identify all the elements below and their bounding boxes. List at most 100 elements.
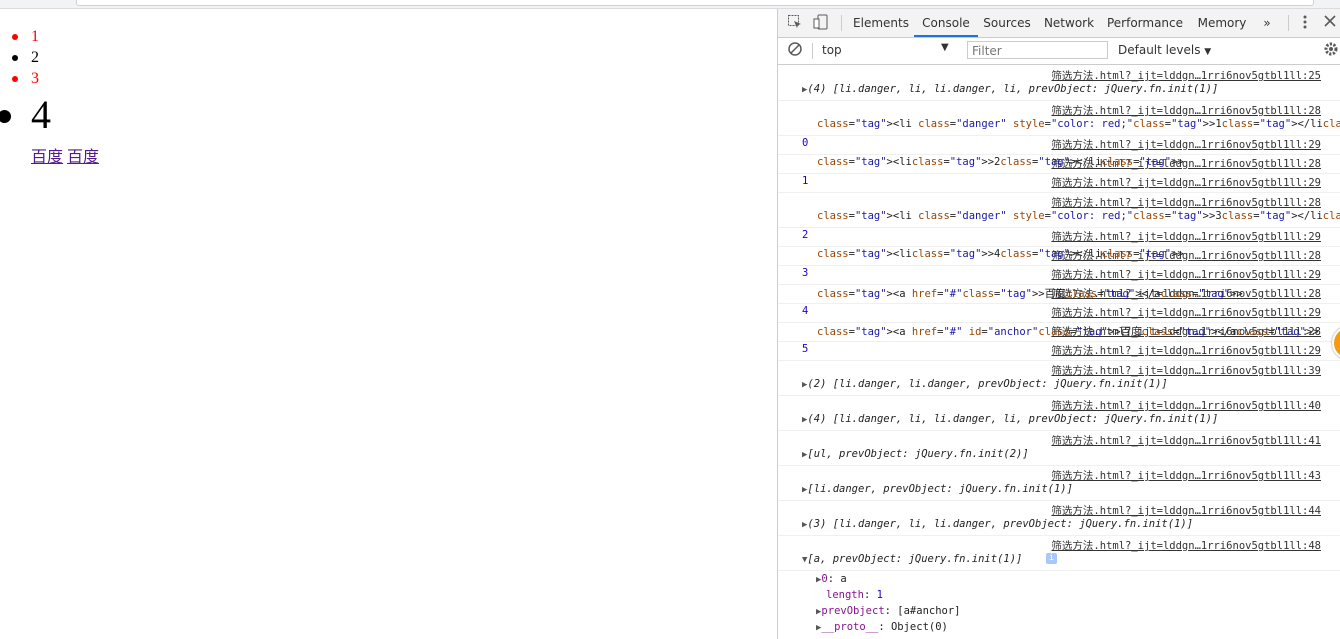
console-value[interactable]: ▼[a, prevObject: jQuery.fn.init(1)]: [802, 553, 1022, 565]
source-link[interactable]: 筛选方法.html?_ijt=lddgn…1rri6nov5gtbl1ll:40: [1051, 398, 1321, 413]
console-message: 筛选方法.html?_ijt=lddgn…1rri6nov5gtbl1ll:28…: [778, 322, 1340, 342]
console-message: 筛选方法.html?_ijt=lddgn…1rri6nov5gtbl1ll:29…: [778, 173, 1340, 193]
source-link[interactable]: 筛选方法.html?_ijt=lddgn…1rri6nov5gtbl1ll:28: [1051, 195, 1321, 210]
console-value: 1: [802, 175, 809, 187]
gear-icon[interactable]: [1322, 41, 1340, 59]
source-link[interactable]: 筛选方法.html?_ijt=lddgn…1rri6nov5gtbl1ll:41: [1051, 433, 1321, 448]
clear-console-icon[interactable]: [786, 41, 804, 59]
console-toolbar: top ▼ Filter Default levels ▼: [778, 38, 1340, 65]
list-item-3: 3: [12, 69, 39, 89]
expanded-property: length: 1: [826, 589, 883, 601]
list-item-1: 1: [12, 27, 39, 47]
devtools-tab-bar: Elements Console Sources Network Perform…: [778, 9, 1340, 38]
devtools-panel: Elements Console Sources Network Perform…: [777, 9, 1340, 639]
console-value[interactable]: ▶(3) [li.danger, li, li.danger, prevObje…: [802, 518, 1193, 530]
source-link[interactable]: 筛选方法.html?_ijt=lddgn…1rri6nov5gtbl1ll:25: [1051, 68, 1321, 83]
console-message: 筛选方法.html?_ijt=lddgn…1rri6nov5gtbl1ll:48…: [778, 535, 1340, 571]
chevron-down-icon[interactable]: ▼: [941, 42, 949, 53]
source-link[interactable]: 筛选方法.html?_ijt=lddgn…1rri6nov5gtbl1ll:39: [1051, 363, 1321, 378]
console-message: 筛选方法.html?_ijt=lddgn…1rri6nov5gtbl1ll:28…: [778, 284, 1340, 304]
source-link[interactable]: 筛选方法.html?_ijt=lddgn…1rri6nov5gtbl1ll:29: [1051, 137, 1321, 152]
context-selector[interactable]: top: [822, 43, 842, 57]
console-value: 3: [802, 267, 809, 279]
console-value: class="tag"><li class="danger" style="co…: [817, 210, 1340, 222]
kebab-menu-icon[interactable]: [1296, 14, 1314, 32]
chevron-down-icon: ▼: [1204, 47, 1212, 57]
console-value[interactable]: ▶(2) [li.danger, li.danger, prevObject: …: [802, 378, 1168, 390]
console-value: 2: [802, 229, 809, 241]
console-value[interactable]: ▶(4) [li.danger, li, li.danger, li, prev…: [802, 413, 1218, 425]
console-message: 筛选方法.html?_ijt=lddgn…1rri6nov5gtbl1ll:28…: [778, 192, 1340, 228]
console-message: 筛选方法.html?_ijt=lddgn…1rri6nov5gtbl1ll:39…: [778, 360, 1340, 396]
console-message: 筛选方法.html?_ijt=lddgn…1rri6nov5gtbl1ll:40…: [778, 395, 1340, 431]
filter-input[interactable]: Filter: [967, 41, 1108, 59]
list-item-text: 1: [31, 28, 39, 45]
link-baidu-anchor[interactable]: 百度: [67, 149, 99, 166]
console-value[interactable]: ▶(4) [li.danger, li, li.danger, li, prev…: [802, 83, 1218, 95]
link-baidu[interactable]: 百度: [31, 149, 63, 166]
source-link[interactable]: 筛选方法.html?_ijt=lddgn…1rri6nov5gtbl1ll:48: [1051, 538, 1321, 553]
console-message: 筛选方法.html?_ijt=lddgn…1rri6nov5gtbl1ll:44…: [778, 500, 1340, 536]
console-message: 筛选方法.html?_ijt=lddgn…1rri6nov5gtbl1ll:25…: [778, 65, 1340, 101]
list-item-text: 3: [31, 70, 39, 87]
console-value: 4: [802, 305, 809, 317]
console-message: 筛选方法.html?_ijt=lddgn…1rri6nov5gtbl1ll:28…: [778, 100, 1340, 136]
log-levels-label: Default levels: [1118, 43, 1201, 57]
source-link[interactable]: 筛选方法.html?_ijt=lddgn…1rri6nov5gtbl1ll:43: [1051, 468, 1321, 483]
expanded-property[interactable]: ▶prevObject: [a#anchor]: [816, 605, 961, 617]
source-link[interactable]: 筛选方法.html?_ijt=lddgn…1rri6nov5gtbl1ll:29: [1051, 175, 1321, 190]
console-message: 筛选方法.html?_ijt=lddgn…1rri6nov5gtbl1ll:28…: [778, 246, 1340, 266]
console-value: class="tag"><a href="#"class="tag">>百度cl…: [817, 288, 1243, 300]
console-message: 筛选方法.html?_ijt=lddgn…1rri6nov5gtbl1ll:28…: [778, 154, 1340, 174]
address-bar[interactable]: [76, 0, 1314, 6]
more-tabs-icon[interactable]: »: [1258, 9, 1276, 37]
tab-elements[interactable]: Elements: [850, 9, 912, 37]
console-message: 筛选方法.html?_ijt=lddgn…1rri6nov5gtbl1ll:29…: [778, 227, 1340, 247]
bullet: [12, 55, 18, 61]
console-message: 筛选方法.html?_ijt=lddgn…1rri6nov5gtbl1ll:29…: [778, 341, 1340, 361]
source-link[interactable]: 筛选方法.html?_ijt=lddgn…1rri6nov5gtbl1ll:28: [1051, 103, 1321, 118]
log-levels-select[interactable]: Default levels ▼: [1118, 43, 1211, 57]
list-item-2: 2: [12, 48, 39, 68]
console-value: 0: [802, 137, 809, 149]
tab-memory[interactable]: Memory: [1192, 9, 1252, 37]
console-value[interactable]: ▶[ul, prevObject: jQuery.fn.init(2)]: [802, 448, 1029, 460]
info-icon[interactable]: i: [1046, 553, 1057, 564]
console-value: class="tag"><liclass="tag">>4class="tag"…: [817, 248, 1184, 260]
source-link[interactable]: 筛选方法.html?_ijt=lddgn…1rri6nov5gtbl1ll:44: [1051, 503, 1321, 518]
device-toolbar-icon[interactable]: [812, 14, 830, 32]
console-message: 筛选方法.html?_ijt=lddgn…1rri6nov5gtbl1ll:43…: [778, 465, 1340, 501]
console-value[interactable]: ▶[li.danger, prevObject: jQuery.fn.init(…: [802, 483, 1073, 495]
source-link[interactable]: 筛选方法.html?_ijt=lddgn…1rri6nov5gtbl1ll:29: [1051, 305, 1321, 320]
source-link[interactable]: 筛选方法.html?_ijt=lddgn…1rri6nov5gtbl1ll:29: [1051, 267, 1321, 282]
inspect-icon[interactable]: [786, 14, 804, 32]
expanded-property[interactable]: ▶__proto__: Object(0): [816, 621, 948, 633]
expanded-property[interactable]: ▶0: a: [816, 573, 847, 585]
bullet: [12, 34, 18, 40]
browser-top-bar: [0, 0, 1340, 9]
console-message: 筛选方法.html?_ijt=lddgn…1rri6nov5gtbl1ll:29…: [778, 135, 1340, 155]
divider: [841, 15, 842, 31]
source-link[interactable]: 筛选方法.html?_ijt=lddgn…1rri6nov5gtbl1ll:29: [1051, 229, 1321, 244]
tab-console[interactable]: Console: [914, 9, 978, 37]
console-message: 筛选方法.html?_ijt=lddgn…1rri6nov5gtbl1ll:29…: [778, 265, 1340, 285]
console-value: class="tag"><a href="#" id="anchor"class…: [817, 326, 1319, 338]
bullet: [12, 76, 18, 82]
list-item-4: 4: [0, 92, 51, 138]
tab-performance[interactable]: Performance: [1102, 9, 1188, 37]
divider: [812, 43, 813, 59]
divider: [1288, 15, 1289, 31]
list-item-text: 4: [31, 92, 51, 137]
console-value: 5: [802, 343, 809, 355]
console-message: 筛选方法.html?_ijt=lddgn…1rri6nov5gtbl1ll:41…: [778, 430, 1340, 466]
list-item-text: 2: [31, 49, 39, 66]
bullet: [0, 110, 11, 123]
link-row: 百度 百度: [31, 143, 99, 167]
console-output: 筛选方法.html?_ijt=lddgn…1rri6nov5gtbl1ll:25…: [778, 65, 1340, 639]
close-icon[interactable]: [1321, 14, 1339, 32]
page-viewport: 1 2 3 4 百度 百度: [0, 9, 777, 639]
console-message: 筛选方法.html?_ijt=lddgn…1rri6nov5gtbl1ll:29…: [778, 303, 1340, 323]
source-link[interactable]: 筛选方法.html?_ijt=lddgn…1rri6nov5gtbl1ll:29: [1051, 343, 1321, 358]
tab-network[interactable]: Network: [1040, 9, 1098, 37]
tab-sources[interactable]: Sources: [980, 9, 1034, 37]
